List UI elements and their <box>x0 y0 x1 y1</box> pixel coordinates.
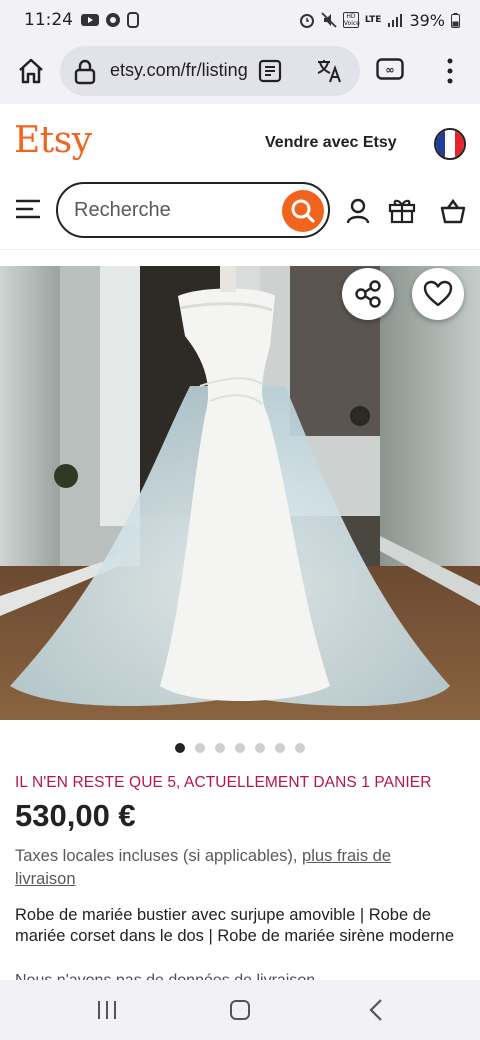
status-notification-icons <box>81 12 139 28</box>
share-button[interactable] <box>342 268 394 320</box>
site-header: Etsy Vendre avec Etsy Recherche <box>0 104 480 250</box>
etsy-logo[interactable]: Etsy <box>14 120 92 161</box>
svg-text:∞: ∞ <box>385 64 394 77</box>
battery-icon <box>451 12 460 28</box>
browser-toolbar: etsy.com/fr/listing ∞ <box>0 40 480 104</box>
home-icon[interactable] <box>16 56 46 86</box>
nav-home-icon[interactable] <box>230 1000 250 1020</box>
hd-voice-badge: HD Voice <box>342 12 360 28</box>
reader-mode-icon[interactable] <box>258 59 282 83</box>
tax-info: Taxes locales incluses (si applicables),… <box>15 845 455 891</box>
stock-notice: IL N'EN RESTE QUE 5, ACTUELLEMENT DANS 1… <box>15 774 432 791</box>
product-title: Robe de mariée bustier avec surjupe amov… <box>15 906 455 945</box>
translate-icon[interactable] <box>316 58 344 84</box>
heart-icon <box>423 280 453 307</box>
lock-icon[interactable] <box>74 59 96 85</box>
network-type: LTE <box>364 15 382 25</box>
carousel-dot[interactable] <box>215 743 225 753</box>
france-flag-icon[interactable] <box>434 128 466 160</box>
youtube-icon <box>81 14 99 26</box>
carousel-dot[interactable] <box>195 743 205 753</box>
signal-icon <box>388 14 403 27</box>
more-vert-icon[interactable] <box>440 56 460 86</box>
menu-icon[interactable] <box>16 199 40 219</box>
aperture-icon <box>106 13 120 27</box>
product-image[interactable] <box>0 266 480 720</box>
favorite-button[interactable] <box>412 268 464 320</box>
cart-icon[interactable] <box>440 198 466 224</box>
tab-switcher-icon[interactable]: ∞ <box>376 58 404 80</box>
account-icon[interactable] <box>346 198 370 224</box>
address-bar[interactable]: etsy.com/fr/listing <box>60 46 360 96</box>
carousel-dot[interactable] <box>275 743 285 753</box>
battery-percent: 39% <box>409 10 445 30</box>
carousel-dot[interactable] <box>295 743 305 753</box>
recent-apps-icon[interactable] <box>96 1000 118 1020</box>
carousel-dot[interactable] <box>175 743 185 753</box>
share-icon <box>355 280 381 308</box>
carousel-dot[interactable] <box>255 743 265 753</box>
sell-on-etsy-link[interactable]: Vendre avec Etsy <box>265 134 397 152</box>
wedding-dress-photo <box>0 266 480 720</box>
search-placeholder: Recherche <box>74 199 171 221</box>
status-bar: 11:24 HD Voice LTE 39% <box>0 0 480 40</box>
back-icon[interactable] <box>368 998 384 1022</box>
search-icon <box>291 199 315 223</box>
search-button[interactable] <box>282 190 324 232</box>
mute-icon <box>321 12 337 28</box>
tax-text: Taxes locales incluses (si applicables), <box>15 847 303 865</box>
status-time: 11:24 <box>24 10 73 30</box>
product-price: 530,00 € <box>15 798 136 833</box>
carousel-dot[interactable] <box>235 743 245 753</box>
system-nav-bar <box>0 980 480 1040</box>
search-input[interactable]: Recherche <box>56 182 330 238</box>
alarm-icon <box>299 14 314 28</box>
gift-icon[interactable] <box>388 196 416 224</box>
tag-icon <box>127 12 139 28</box>
image-carousel-dots[interactable] <box>0 743 480 753</box>
